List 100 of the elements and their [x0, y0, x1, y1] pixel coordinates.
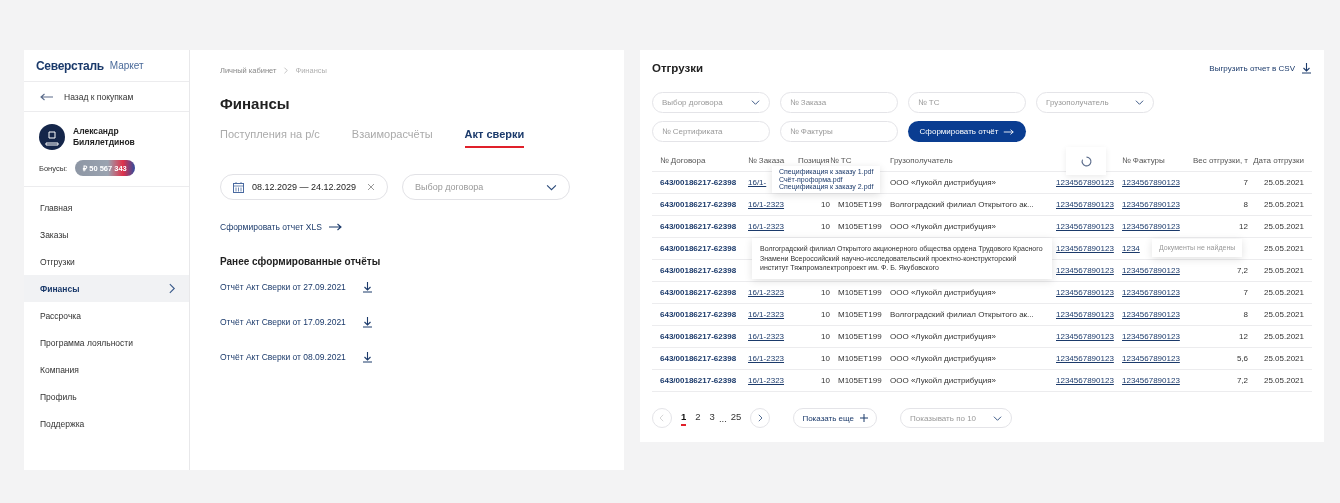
table-link[interactable]: 1234567890123: [1056, 222, 1114, 231]
download-icon: [361, 281, 373, 293]
table-cell-text: 10: [820, 332, 830, 341]
table-link[interactable]: 16/1-2323: [748, 332, 785, 341]
table-cell-text: Волгоградский филиал Открытого ак...: [890, 200, 1035, 209]
table-link[interactable]: 1234567890123: [1056, 266, 1114, 275]
table-cell-text: 643/00186217-62398: [660, 288, 738, 297]
table-link[interactable]: 16/1-2323: [748, 310, 785, 319]
next-page-button[interactable]: [750, 408, 771, 428]
table-link[interactable]: 16/1-2323: [748, 376, 785, 385]
column-header: Дата отгрузки: [1252, 156, 1304, 165]
table-link[interactable]: 16/1-2323: [748, 288, 785, 297]
brand-logo[interactable]: Северсталь: [36, 58, 104, 73]
table-link[interactable]: 1234567890123: [1122, 288, 1180, 297]
table-cell-text: 12: [1238, 332, 1248, 341]
table-cell: М105ЕТ199: [838, 354, 882, 363]
table-cell-text: 7,2: [1235, 266, 1248, 275]
page-title: Финансы: [220, 95, 291, 112]
table-link[interactable]: 1234567890123: [1122, 376, 1180, 385]
table-link[interactable]: 16/1-: [748, 178, 767, 187]
chevron-right-icon: [166, 283, 177, 294]
back-link[interactable]: Назад к покупкам: [24, 82, 189, 112]
table-cell-text: 643/00186217-62398: [660, 266, 738, 275]
table-link[interactable]: 1234: [1122, 244, 1140, 253]
table-link[interactable]: 1234567890123: [1122, 266, 1180, 275]
sidebar-item[interactable]: Главная: [24, 194, 189, 221]
generate-report-link[interactable]: Сформировать отчет XLS: [220, 222, 342, 232]
table-link[interactable]: 1234567890123: [1122, 354, 1180, 363]
previous-page-button[interactable]: [652, 408, 672, 428]
table-cell-text: 10: [820, 288, 830, 297]
calendar-icon: [233, 181, 244, 193]
table-cell-text: 25.05.2021: [1262, 244, 1304, 253]
table-cell-text: 25.05.2021: [1262, 200, 1304, 209]
table-link[interactable]: 1234567890123: [1056, 332, 1114, 341]
table-link[interactable]: 16/1-2323: [748, 354, 785, 363]
table-cell-text: 25.05.2021: [1262, 222, 1304, 231]
table-cell-text: 643/00186217-62398: [660, 354, 738, 363]
table-cell-text: 25.05.2021: [1262, 354, 1304, 363]
arrow-left-icon: [40, 92, 54, 101]
show-more-button[interactable]: Показать еще: [793, 408, 877, 428]
avatar-icon: [39, 124, 65, 150]
chevron-down-icon: [993, 413, 1002, 423]
chevron-right-icon: [282, 67, 290, 74]
column-header: Позиция: [798, 156, 830, 165]
report-link[interactable]: Отчёт Акт Сверки от 08.09.2021: [220, 351, 594, 363]
generate-report-button[interactable]: Сформировать отчёт: [908, 121, 1026, 142]
table-cell-text: 10: [820, 354, 830, 363]
export-csv-link[interactable]: Выгрузить отчет в CSV: [1209, 62, 1312, 74]
table-cell-text: 25.05.2021: [1262, 332, 1304, 341]
table-link[interactable]: 1234567890123: [1122, 332, 1180, 341]
table-cell-text: 8: [1242, 310, 1248, 319]
column-header: Вес отгрузки, т: [1192, 156, 1248, 165]
page-link[interactable]: 3: [709, 410, 715, 426]
table-link[interactable]: 1234567890123: [1056, 376, 1114, 385]
table-link[interactable]: 1234567890123: [1122, 310, 1180, 319]
table-link[interactable]: 1234567890123: [1122, 222, 1180, 231]
sidebar-item[interactable]: Заказы: [24, 221, 189, 248]
column-header: Грузополучатель: [890, 156, 954, 165]
table-cell-text: 12: [1238, 222, 1248, 231]
table-cell-text: ООО «Лукойл дистрибуция»: [890, 288, 998, 297]
page-link[interactable]: 1: [681, 410, 687, 426]
arrow-right-icon: [327, 223, 342, 231]
table-link[interactable]: 1234567890123: [1056, 200, 1114, 209]
tab[interactable]: Акт сверки: [464, 128, 525, 148]
chevron-right-icon: [756, 414, 765, 422]
report-link[interactable]: Отчёт Акт Сверки от 27.09.2021: [220, 281, 594, 293]
table-cell-text: ООО «Лукойл дистрибуция»: [890, 178, 998, 187]
product-name: Маркет: [109, 60, 144, 71]
table-link[interactable]: 1234567890123: [1056, 310, 1114, 319]
table-link[interactable]: 1234567890123: [1122, 200, 1180, 209]
chevron-down-icon: [1135, 98, 1144, 107]
table-cell-text: 25.05.2021: [1262, 178, 1304, 187]
report-link[interactable]: Отчёт Акт Сверки от 17.09.2021: [220, 316, 594, 328]
sidebar-item[interactable]: Поддержка: [24, 410, 189, 437]
sidebar-item[interactable]: Программа лояльности: [24, 329, 189, 356]
sidebar-item[interactable]: Финансы: [24, 275, 189, 302]
table-link[interactable]: 16/1-2323: [748, 200, 785, 209]
table-cell-text: ООО «Лукойл дистрибуция»: [890, 332, 998, 341]
table-cell-text: 5,6: [1235, 354, 1248, 363]
table-cell-text: 643/00186217-62398: [660, 332, 738, 341]
sidebar-item[interactable]: Профиль: [24, 383, 189, 410]
table-cell: М105ЕТ199: [838, 310, 882, 319]
table-cell-text: 7,2: [1235, 376, 1248, 385]
close-icon[interactable]: [367, 183, 375, 191]
page-link[interactable]: 2: [695, 410, 701, 426]
table-link[interactable]: 1234567890123: [1056, 354, 1114, 363]
column-header: № ТС: [830, 156, 853, 165]
table-link[interactable]: 1234567890123: [1056, 178, 1114, 187]
sidebar-item[interactable]: Отгрузки: [24, 248, 189, 275]
table-cell: М105ЕТ199: [838, 376, 882, 385]
table-link[interactable]: 1234567890123: [1056, 244, 1114, 253]
chevron-left-icon: [658, 414, 666, 422]
table-link[interactable]: 1234567890123: [1122, 178, 1180, 187]
table-cell-text: 643/00186217-62398: [660, 376, 738, 385]
sidebar-item[interactable]: Рассрочка: [24, 302, 189, 329]
table-link[interactable]: 16/1-2323: [748, 222, 785, 231]
section-title: Ранее сформированные отчёты: [220, 256, 382, 267]
page-link[interactable]: 25: [730, 410, 742, 426]
sidebar-item[interactable]: Компания: [24, 356, 189, 383]
table-link[interactable]: 1234567890123: [1056, 288, 1114, 297]
